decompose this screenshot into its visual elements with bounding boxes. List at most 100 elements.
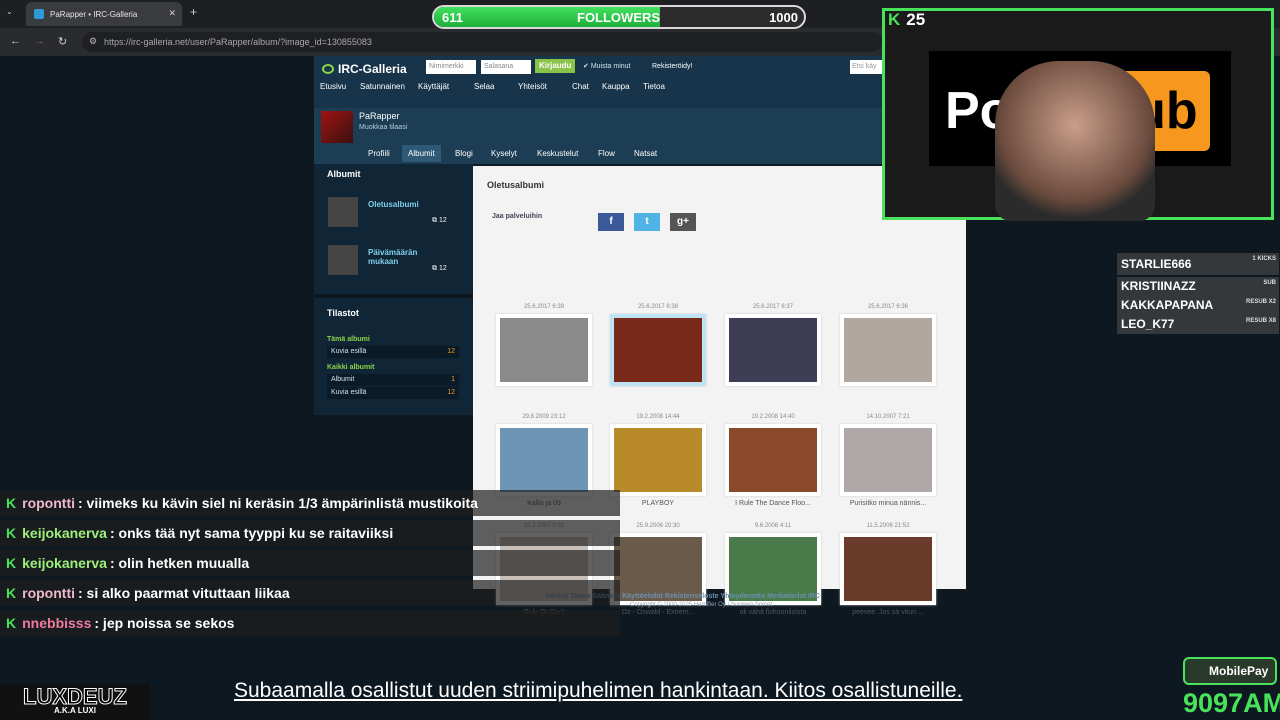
kick-icon: K bbox=[6, 555, 17, 571]
photo-date: 25.6.2017 6:38 bbox=[637, 304, 679, 310]
login-button[interactable]: Kirjaudu bbox=[535, 59, 576, 73]
chat-username: ropontti bbox=[22, 495, 75, 511]
stat-row: Kuvia esillä 12 bbox=[327, 346, 459, 358]
menu-selaa[interactable]: Selaa bbox=[474, 82, 494, 91]
photo-image bbox=[614, 318, 702, 382]
photo-thumbnail[interactable] bbox=[610, 424, 706, 496]
tab-profiili[interactable]: Profiili bbox=[362, 145, 396, 162]
menu-yhteisot[interactable]: Yhteisöt bbox=[518, 82, 547, 91]
site-logo[interactable]: IRC-Galleria bbox=[322, 62, 407, 76]
kick-icon: K bbox=[888, 10, 901, 29]
kick-icon: K bbox=[6, 525, 17, 541]
album-title: Oletusalbumi bbox=[487, 180, 545, 190]
tab-natsat[interactable]: Natsat bbox=[628, 145, 663, 162]
recent-event: KAKKAPAPANA RESUB X2 bbox=[1117, 296, 1279, 315]
menu-etusivu[interactable]: Etusivu bbox=[320, 82, 346, 91]
this-album-heading: Tämä albumi bbox=[327, 336, 370, 343]
album-link[interactable]: Oletusalbumi bbox=[368, 200, 419, 209]
forward-icon[interactable]: → bbox=[34, 35, 45, 47]
menu-tietoa[interactable]: Tietoa bbox=[643, 82, 665, 91]
edit-status-link[interactable]: Muokkaa tilaasi bbox=[359, 124, 407, 131]
photo-thumbnail[interactable] bbox=[840, 424, 936, 496]
photo-thumbnail[interactable] bbox=[725, 314, 821, 386]
viewer-count: K 25 bbox=[888, 10, 925, 30]
site-info-icon[interactable]: ⚙ bbox=[89, 36, 97, 47]
tab-title: PaRapper • IRC-Galleria bbox=[50, 9, 138, 19]
tab-flow[interactable]: Flow bbox=[592, 145, 621, 162]
logo-text: IRC-Galleria bbox=[338, 62, 407, 76]
chat-username: keijokanerva bbox=[22, 555, 107, 571]
stats-title: Tilastot bbox=[327, 308, 359, 318]
avatar[interactable] bbox=[321, 111, 353, 143]
share-label: Jaa palveluihin bbox=[492, 213, 543, 220]
photo-thumbnail[interactable] bbox=[840, 533, 936, 605]
photo-date: 14.10.2007 7:21 bbox=[866, 414, 910, 420]
favicon-icon bbox=[34, 9, 44, 19]
chat-message: Knnebbisss: jep noissa se sekos bbox=[0, 610, 620, 636]
menu-kauppa[interactable]: Kauppa bbox=[602, 82, 630, 91]
stat-row: Kuvia esillä 12 bbox=[327, 387, 459, 399]
browser-tab[interactable]: PaRapper • IRC-Galleria ✕ bbox=[26, 2, 182, 26]
chat-text: : si alko paarmat vituttaan liikaa bbox=[78, 585, 290, 601]
photo-caption[interactable]: PLAYBOY bbox=[610, 500, 706, 507]
photo-caption[interactable]: Purisitko minua nännis... bbox=[840, 500, 936, 507]
address-bar[interactable]: ⚙ https://irc-galleria.net/user/PaRapper… bbox=[82, 32, 882, 52]
menu-satunnainen[interactable]: Satunnainen bbox=[360, 82, 405, 91]
photo-caption[interactable]: Oz - Oswald - Extrem... bbox=[610, 609, 706, 616]
chat-text: : onks tää nyt sama tyyppi ku se raitavi… bbox=[109, 525, 394, 541]
album-thumb[interactable] bbox=[328, 245, 358, 275]
twitter-icon[interactable]: t bbox=[634, 213, 660, 231]
photo-thumbnail[interactable] bbox=[496, 314, 592, 386]
followers-goal: 1000 bbox=[769, 10, 798, 25]
recent-event: KRISTIINAZZ SUB bbox=[1117, 277, 1279, 296]
chat-text: : olin hetken muualla bbox=[109, 555, 250, 571]
photo-thumbnail[interactable] bbox=[840, 314, 936, 386]
photo-image bbox=[500, 318, 588, 382]
username-input[interactable]: Nimimerkki bbox=[426, 60, 476, 74]
photo-image bbox=[844, 318, 932, 382]
album-thumb[interactable] bbox=[328, 197, 358, 227]
chat-message: Kkeijokanerva: onks tää nyt sama tyyppi … bbox=[0, 520, 620, 546]
back-icon[interactable]: ← bbox=[10, 35, 21, 47]
photo-date: 25.6.2017 6:37 bbox=[752, 304, 794, 310]
followers-current: 611 bbox=[442, 10, 463, 25]
facebook-icon[interactable]: f bbox=[598, 213, 624, 231]
photo-thumbnail[interactable] bbox=[725, 424, 821, 496]
googleplus-icon[interactable]: g+ bbox=[670, 213, 696, 231]
followers-label: FOLLOWERS bbox=[577, 10, 661, 25]
chat-message: Kkeijokanerva: olin hetken muualla bbox=[0, 550, 620, 576]
album-count: ⧉ 12 bbox=[432, 265, 447, 272]
chat-text: : viimeks ku kävin siel ni keräsin 1/3 ä… bbox=[78, 495, 478, 511]
password-input[interactable]: Salasana bbox=[481, 60, 531, 74]
all-albums-heading: Kaikki albumit bbox=[327, 364, 375, 371]
photo-date: 19.2.2008 14:40 bbox=[751, 414, 795, 420]
logo-icon bbox=[322, 64, 334, 74]
close-tab-icon[interactable]: ✕ bbox=[168, 8, 176, 19]
photo-caption[interactable]: I Rule The Dance Floo... bbox=[725, 500, 821, 507]
recent-event: STARLIE666 1 KICKS bbox=[1117, 253, 1279, 275]
mobilepay-number: 9097AM bbox=[1183, 688, 1280, 718]
remember-checkbox[interactable]: ✔ Muista minut bbox=[583, 62, 631, 70]
new-tab-button[interactable]: + bbox=[190, 5, 197, 19]
photo-date: 25.6.2017 6:39 bbox=[523, 304, 565, 310]
menu-kayttajat[interactable]: Käyttäjät bbox=[418, 82, 449, 91]
photo-thumbnail[interactable] bbox=[610, 314, 706, 386]
photo-caption[interactable]: oli vähä fishooniloista bbox=[725, 609, 821, 616]
profile-name[interactable]: PaRapper bbox=[359, 111, 400, 121]
register-link[interactable]: Rekisteröidy! bbox=[652, 63, 692, 70]
reload-icon[interactable]: ↻ bbox=[58, 35, 67, 48]
photo-image bbox=[844, 428, 932, 492]
url-text: https://irc-galleria.net/user/PaRapper/a… bbox=[104, 37, 372, 47]
tab-kyselyt[interactable]: Kyselyt bbox=[485, 145, 523, 162]
photo-date: 29.8.2009 23:12 bbox=[522, 414, 566, 420]
menu-chat[interactable]: Chat bbox=[572, 82, 589, 91]
photo-image bbox=[729, 318, 817, 382]
photo-caption[interactable]: peevee. Jos sä vitun ... bbox=[840, 609, 936, 616]
tab-keskustelut[interactable]: Keskustelut bbox=[531, 145, 584, 162]
tab-albumit[interactable]: Albumit bbox=[402, 145, 441, 162]
album-count: ⧉ 12 bbox=[432, 217, 447, 224]
tab-menu-icon[interactable]: ⌄ bbox=[6, 7, 13, 16]
album-link[interactable]: Päivämäärän mukaan bbox=[368, 248, 438, 266]
tab-blogi[interactable]: Blogi bbox=[449, 145, 479, 162]
photo-thumbnail[interactable] bbox=[496, 424, 592, 496]
